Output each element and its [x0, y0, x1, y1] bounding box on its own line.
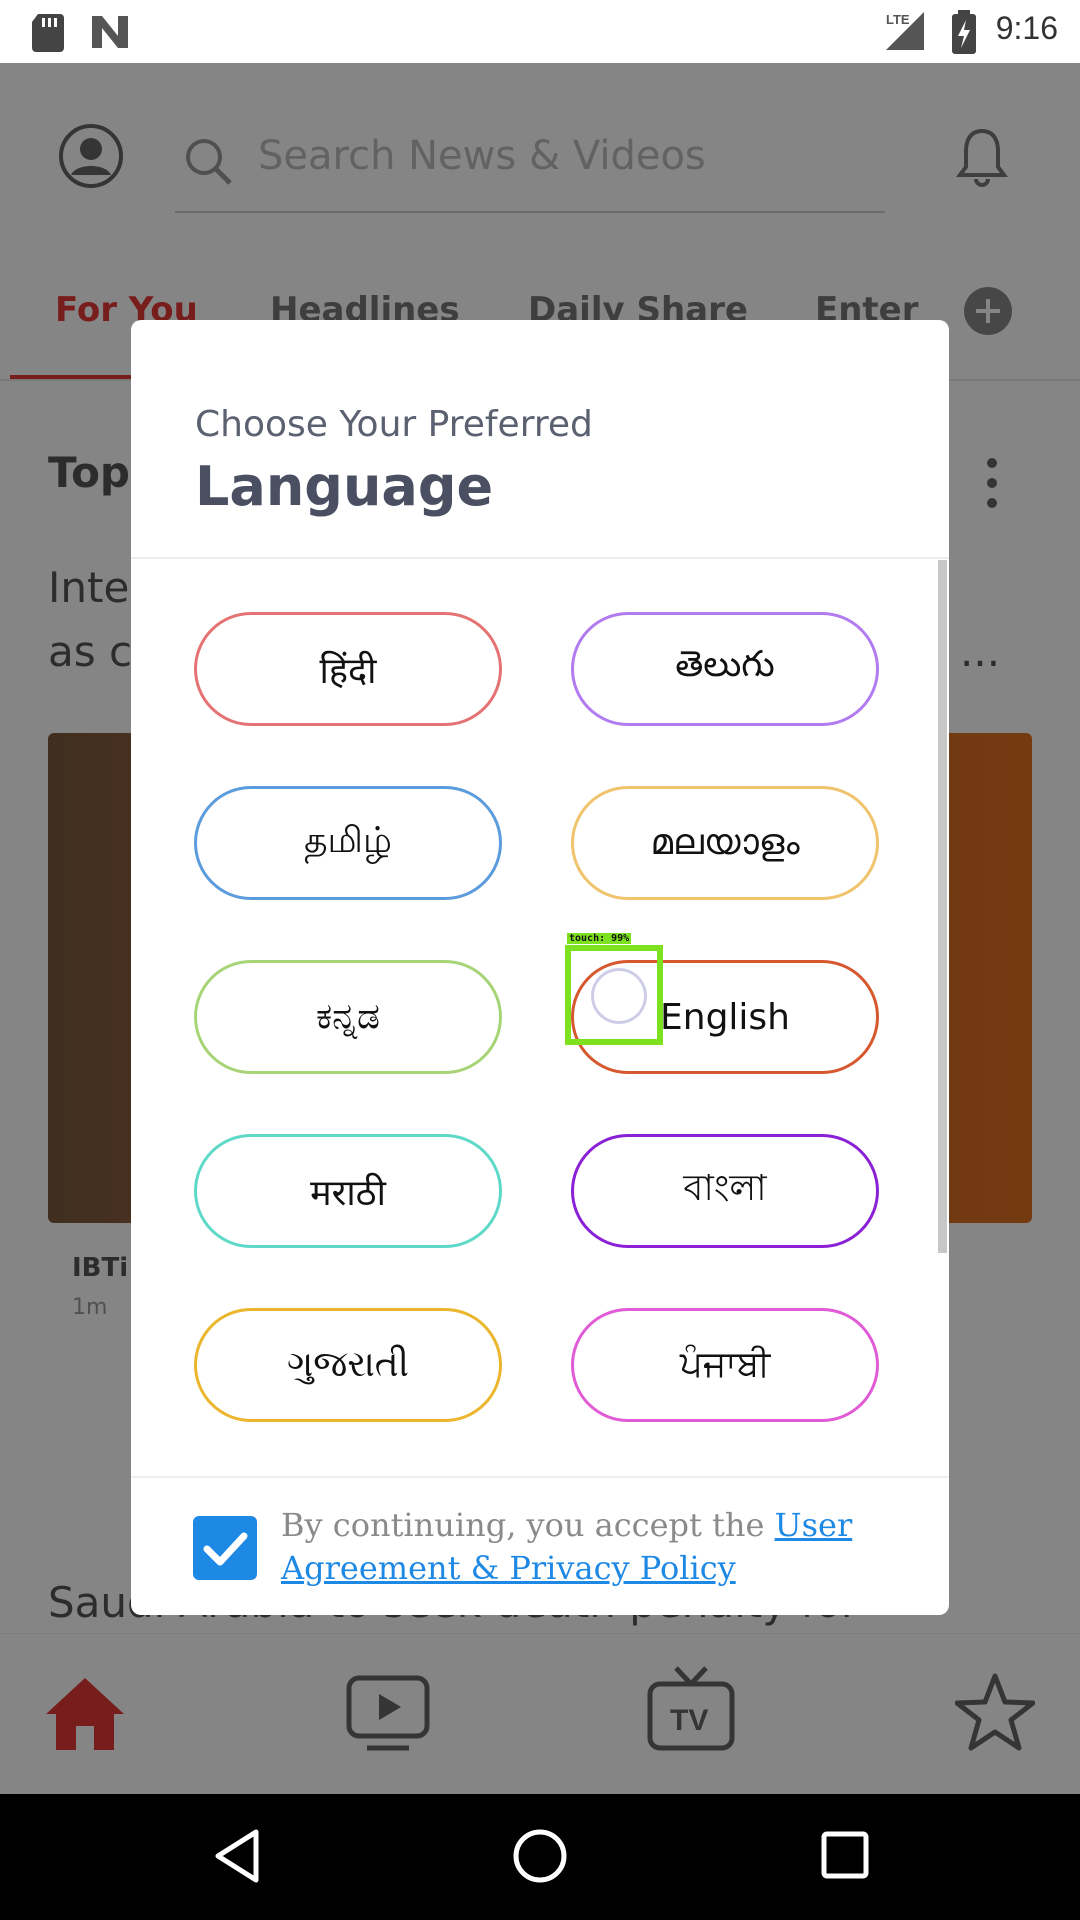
dialog-footer-divider	[131, 1476, 949, 1478]
language-option-button[interactable]: తెలుగు	[571, 612, 879, 726]
dialog-header-divider	[131, 557, 949, 559]
language-option-button[interactable]: ਪੰਜਾਬੀ	[571, 1308, 879, 1422]
recents-icon[interactable]	[820, 1830, 870, 1880]
system-navigation-bar	[0, 1794, 1080, 1920]
language-option-button[interactable]: ગુજરાતી	[194, 1308, 502, 1422]
dialog-scrollbar[interactable]	[938, 560, 947, 1253]
back-icon[interactable]	[212, 1828, 262, 1884]
dialog-title: Language	[195, 455, 494, 518]
language-dialog: Choose Your Preferred Language हिंदी తెలు…	[131, 320, 949, 1615]
home-circle-icon[interactable]	[512, 1828, 568, 1884]
language-option-button[interactable]: ಕನ್ನಡ	[194, 960, 502, 1074]
checkmark-icon	[203, 1532, 248, 1566]
touch-indicator	[591, 968, 647, 1024]
accept-terms-checkbox[interactable]	[193, 1516, 257, 1580]
language-option-button[interactable]: தமிழ்	[194, 786, 502, 900]
signal-lte-icon: LTE	[886, 12, 924, 50]
clock: 9:16	[995, 10, 1058, 46]
language-option-button[interactable]: हिंदी	[194, 612, 502, 726]
sd-card-icon	[32, 14, 64, 52]
language-option-button[interactable]: मराठी	[194, 1134, 502, 1248]
n-notification-icon	[92, 16, 128, 48]
status-bar: LTE 9:16	[0, 0, 1080, 63]
language-option-button[interactable]: മലയാളം	[571, 786, 879, 900]
dialog-subtitle: Choose Your Preferred	[195, 404, 593, 445]
battery-charging-icon	[952, 10, 976, 54]
touch-label: touch: 99%	[567, 933, 632, 944]
svg-text:LTE: LTE	[886, 12, 910, 27]
terms-prefix: By continuing, you accept the	[281, 1506, 775, 1544]
terms-text: By continuing, you accept the User Agree…	[281, 1504, 881, 1590]
language-option-button[interactable]: বাংলা	[571, 1134, 879, 1248]
